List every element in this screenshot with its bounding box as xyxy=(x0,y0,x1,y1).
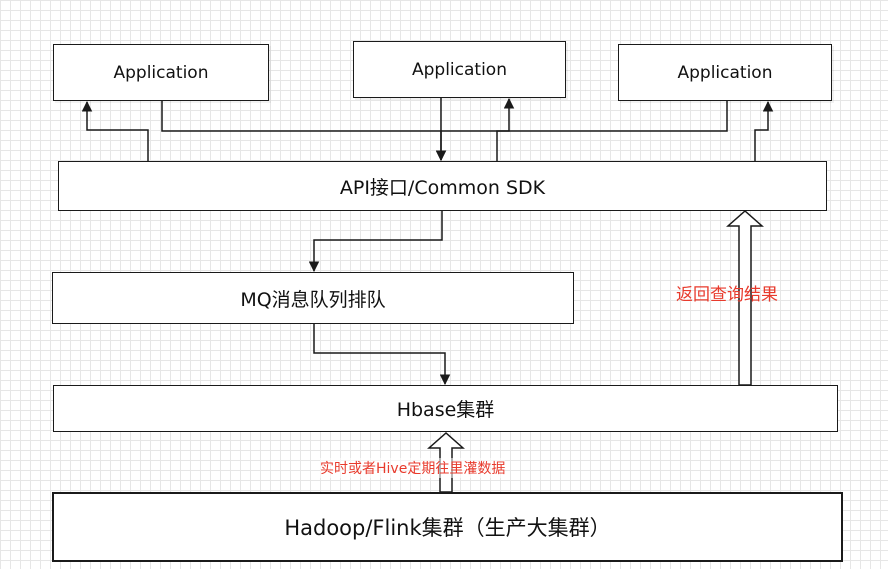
return-results-label: 返回查询结果 xyxy=(676,285,778,305)
data-feed-label: 实时或者Hive定期往里灌数据 xyxy=(320,458,506,478)
